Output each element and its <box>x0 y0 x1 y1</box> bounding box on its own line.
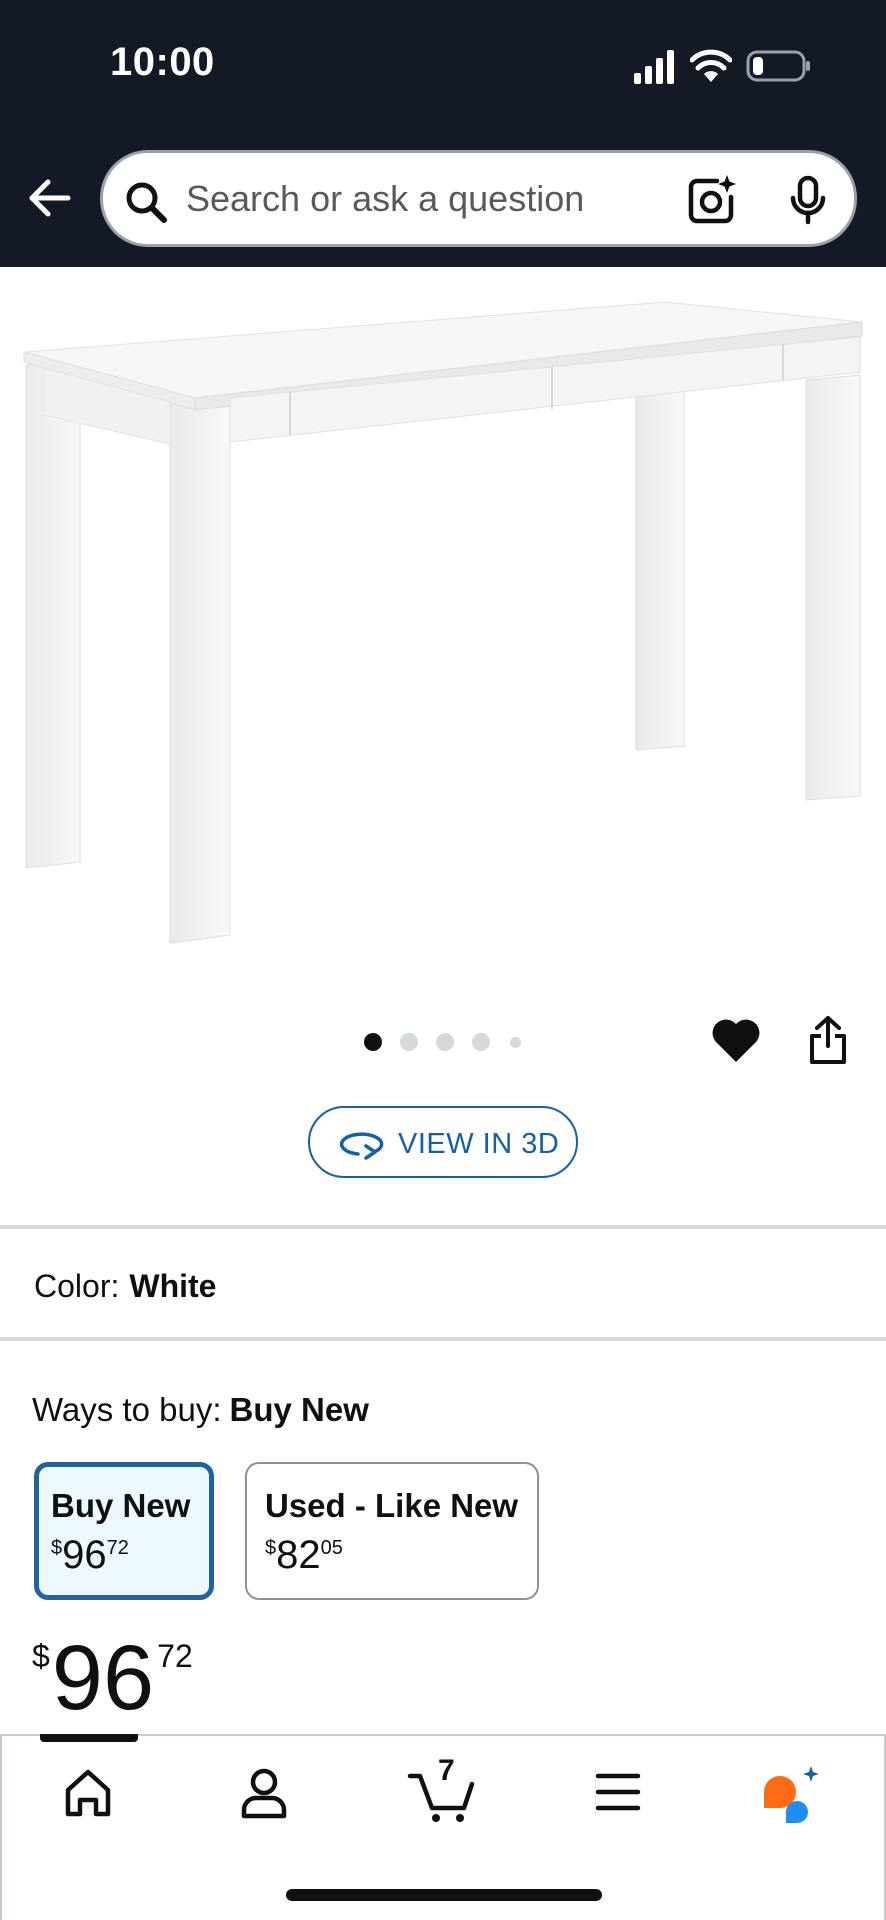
search-input[interactable] <box>186 153 746 244</box>
status-time: 10:00 <box>110 40 215 84</box>
carousel-dot[interactable] <box>364 1033 382 1051</box>
top-header: 10:00 <box>0 0 886 267</box>
ways-to-buy-selected: Buy New <box>229 1391 369 1428</box>
search-bar[interactable] <box>100 150 857 247</box>
option-price: $8205 <box>265 1533 343 1578</box>
color-row: Color: White <box>34 1268 216 1305</box>
main-price: $9672 <box>32 1632 193 1724</box>
carousel-dots <box>360 1032 530 1052</box>
ways-to-buy-label: Ways to buy: <box>32 1391 222 1428</box>
search-icon <box>126 182 167 223</box>
signal-icon <box>634 50 674 84</box>
nav-account[interactable] <box>228 1760 300 1824</box>
option-title: Buy New <box>51 1487 191 1524</box>
carousel-dot[interactable] <box>472 1033 490 1051</box>
nav-home[interactable] <box>52 1760 124 1824</box>
carousel-dot[interactable] <box>510 1037 521 1048</box>
nav-menu[interactable] <box>582 1760 654 1824</box>
price-currency: $ <box>32 1638 50 1674</box>
rufus-chat-icon <box>764 1766 819 1823</box>
view-in-3d-button[interactable]: VIEW IN 3D <box>308 1106 578 1178</box>
person-icon <box>241 1768 287 1819</box>
option-price-fraction: 05 <box>320 1537 343 1559</box>
hamburger-menu-icon <box>595 1773 641 1811</box>
back-button[interactable] <box>24 172 76 224</box>
option-price-fraction: 72 <box>106 1537 129 1559</box>
option-price: $9672 <box>51 1533 129 1578</box>
divider <box>0 1225 886 1229</box>
active-tab-indicator <box>40 1734 138 1742</box>
option-price-whole: 96 <box>62 1533 107 1577</box>
share-icon[interactable] <box>808 1014 848 1066</box>
carousel-dot[interactable] <box>436 1033 454 1051</box>
heart-icon[interactable] <box>710 1016 762 1066</box>
rotate-3d-icon <box>339 1132 384 1160</box>
view-in-3d-label: VIEW IN 3D <box>398 1128 560 1160</box>
used-like-new-option[interactable]: Used - Like New $8205 <box>245 1462 539 1600</box>
color-label: Color: <box>34 1268 120 1304</box>
color-value: White <box>129 1268 217 1304</box>
arrow-left-icon <box>29 179 71 217</box>
wifi-icon <box>690 49 732 82</box>
ways-to-buy-row: Ways to buy: Buy New <box>32 1391 369 1429</box>
nav-rufus[interactable] <box>758 1760 830 1824</box>
status-icons <box>632 46 812 86</box>
carousel-dot[interactable] <box>400 1033 418 1051</box>
cart-count: 7 <box>438 1754 455 1787</box>
battery-icon <box>746 50 810 82</box>
buy-new-option[interactable]: Buy New $9672 <box>34 1462 214 1600</box>
option-price-whole: 82 <box>276 1533 321 1577</box>
product-image[interactable] <box>0 267 886 967</box>
price-whole: 96 <box>51 1627 155 1729</box>
option-price-currency: $ <box>51 1537 63 1559</box>
nav-cart[interactable]: 7 <box>406 1754 486 1824</box>
price-fraction: 72 <box>157 1638 193 1674</box>
camera-sparkle-icon[interactable] <box>687 175 737 225</box>
divider <box>0 1337 886 1341</box>
option-title: Used - Like New <box>265 1487 519 1524</box>
option-price-currency: $ <box>265 1537 277 1559</box>
microphone-icon[interactable] <box>788 175 828 225</box>
home-indicator <box>286 1889 602 1901</box>
home-icon <box>65 1769 111 1817</box>
